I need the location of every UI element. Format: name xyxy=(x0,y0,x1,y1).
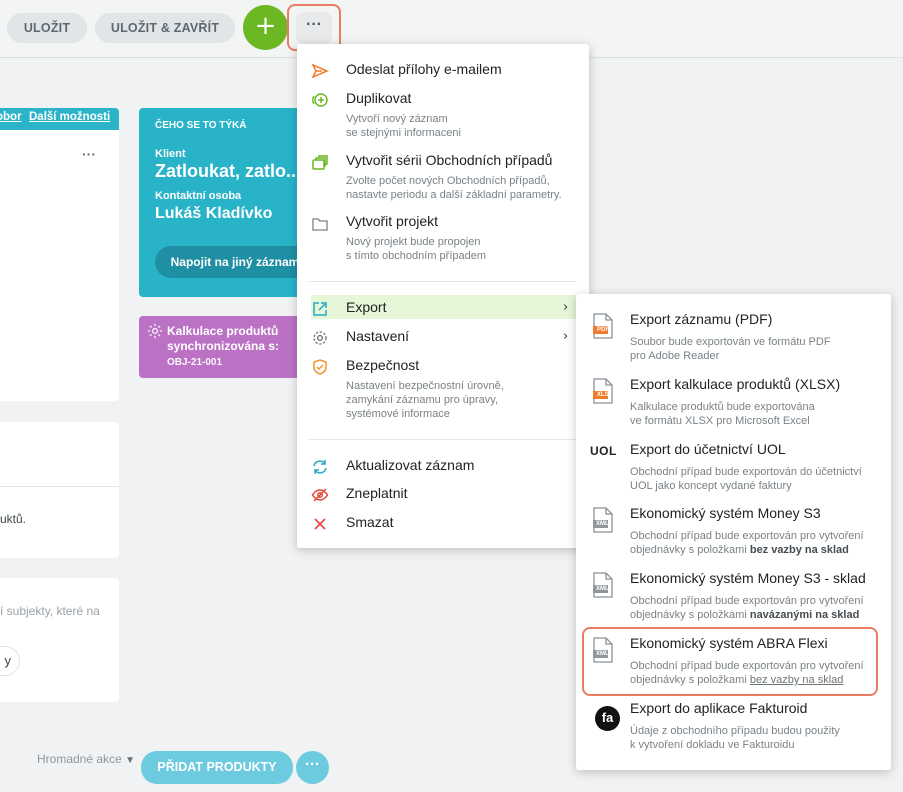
client-label: Klient xyxy=(155,148,186,160)
gear-icon xyxy=(311,329,329,347)
shield-icon xyxy=(311,358,329,376)
submenu-item-desc: Obchodní případ bude exportován pro vytv… xyxy=(630,595,864,621)
menu-item-label: Vytvořit sérii Obchodních případů xyxy=(346,152,553,168)
folder-icon xyxy=(311,215,329,233)
menu-item-desc: zamykání záznamu pro úpravy, xyxy=(346,394,499,406)
abra-flexi-highlight xyxy=(582,627,878,696)
save-and-close-button[interactable]: ULOŽIT & ZAVŘÍT xyxy=(95,13,235,43)
sync-card-title: Kalkulace produktů synchronizována s: xyxy=(167,324,280,353)
menu-divider xyxy=(309,281,576,282)
series-icon xyxy=(311,153,329,171)
bulk-actions-dropdown[interactable]: Hromadné akce ▼ xyxy=(37,752,135,766)
left-panel-middle: uktů. xyxy=(0,422,119,558)
panel-link-more-options[interactable]: Další možnosti xyxy=(29,111,110,123)
chevron-down-icon: ▼ xyxy=(125,755,135,766)
pdf-file-icon: PDF xyxy=(592,313,614,344)
sync-card-ref[interactable]: OBJ-21-001 xyxy=(167,357,222,368)
left-panel: obor Další možnosti ··· xyxy=(0,108,119,401)
sync-card: Kalkulace produktů synchronizována s: OB… xyxy=(139,316,309,378)
menu-item-desc: s tímto obchodním případem xyxy=(346,250,487,262)
uol-logo-icon: UOL xyxy=(590,444,617,458)
more-actions-menu: Odeslat přílohy e-mailem Duplikovat Vytv… xyxy=(297,44,589,548)
menu-item-label: Aktualizovat záznam xyxy=(346,457,475,473)
submenu-item-desc: Soubor bude exportován ve formátu PDF pro… xyxy=(630,336,831,362)
menu-item-label: Vytvořit projekt xyxy=(346,213,439,229)
contact-value[interactable]: Lukáš Kladívko xyxy=(155,205,272,223)
menu-divider xyxy=(309,439,576,440)
submenu-item-label: Ekonomický systém Money S3 xyxy=(630,505,821,521)
send-icon xyxy=(311,62,329,80)
divider xyxy=(0,486,119,487)
client-value[interactable]: Zatloukat, zatlo... xyxy=(155,161,301,182)
menu-item-desc: nastavte periodu a další základní parame… xyxy=(346,189,562,201)
fakturoid-logo-icon: fa xyxy=(595,706,620,731)
contact-label: Kontaktní osoba xyxy=(155,190,242,202)
menu-item-desc: Nový projekt bude propojen xyxy=(346,236,481,248)
xml-file-icon: XML xyxy=(592,507,614,538)
connect-record-button[interactable]: Napojit na jiný záznam xyxy=(155,246,309,278)
submenu-item-desc: Kalkulace produktů bude exportována ve fo… xyxy=(630,401,815,427)
chevron-right-icon: › xyxy=(563,300,569,315)
xml-file-icon: XML xyxy=(592,572,614,603)
menu-item-label: Bezpečnost xyxy=(346,357,420,373)
submenu-item-desc: Údaje z obchodního případu budou použity… xyxy=(630,725,840,751)
save-button[interactable]: ULOŽIT xyxy=(7,13,87,43)
menu-item-label: Nastavení xyxy=(346,328,410,344)
menu-item-desc: Zvolte počet nových Obchodních případů, xyxy=(346,175,550,187)
panel-link-a[interactable]: obor xyxy=(0,111,22,123)
panel-more-button[interactable]: ··· xyxy=(82,146,96,162)
menu-item-desc: se stejnými informaceni xyxy=(346,127,461,139)
eye-off-icon xyxy=(311,486,329,504)
menu-item-desc: Nastavení bezpečnostní úrovně, xyxy=(346,380,504,392)
xlsx-file-icon: XLS xyxy=(592,378,614,409)
submenu-item-desc: Obchodní případ bude exportován do účetn… xyxy=(630,466,862,492)
submenu-item-label: Export do aplikace Fakturoid xyxy=(630,700,808,716)
menu-item-label: Zneplatnit xyxy=(346,485,408,501)
menu-item-label: Duplikovat xyxy=(346,90,412,106)
menu-item-desc: systémové informace xyxy=(346,408,450,420)
duplicate-icon xyxy=(311,91,329,109)
submenu-item-label: Export do účetnictví UOL xyxy=(630,441,786,457)
left-panel-header: obor Další možnosti xyxy=(0,108,119,130)
chevron-right-icon: › xyxy=(563,329,569,344)
panel-lower-text: í subjekty, které na xyxy=(0,604,100,618)
relation-card-heading: ČEHO SE TO TÝKÁ xyxy=(155,120,247,131)
add-button[interactable]: + xyxy=(243,5,288,50)
submenu-item-label: Ekonomický systém Money S3 - sklad xyxy=(630,570,866,586)
menu-item-label: Export xyxy=(346,299,387,315)
gear-icon xyxy=(146,322,164,344)
menu-item-desc: Vytvoří nový záznam xyxy=(346,113,448,125)
add-products-button[interactable]: PŘIDAT PRODUKTY xyxy=(141,751,293,784)
products-more-button[interactable]: ··· xyxy=(296,751,329,784)
export-submenu: PDF Export záznamu (PDF) Soubor bude exp… xyxy=(576,294,891,770)
close-icon xyxy=(311,515,329,533)
export-icon xyxy=(311,300,329,318)
refresh-icon xyxy=(311,458,329,476)
submenu-item-label: Export kalkulace produktů (XLSX) xyxy=(630,376,841,392)
panel-middle-text: uktů. xyxy=(0,512,27,526)
menu-item-label: Smazat xyxy=(346,514,394,530)
submenu-item-label: Export záznamu (PDF) xyxy=(630,311,773,327)
left-panel-lower: í subjekty, které na y xyxy=(0,578,119,702)
menu-item-label: Odeslat přílohy e-mailem xyxy=(346,61,502,77)
submenu-item-desc: Obchodní případ bude exportován pro vytv… xyxy=(630,530,864,556)
bulk-actions-label: Hromadné akce xyxy=(37,752,122,766)
panel-lower-button[interactable]: y xyxy=(0,646,20,676)
relation-card: ČEHO SE TO TÝKÁ Klient Zatloukat, zatlo.… xyxy=(139,108,309,297)
